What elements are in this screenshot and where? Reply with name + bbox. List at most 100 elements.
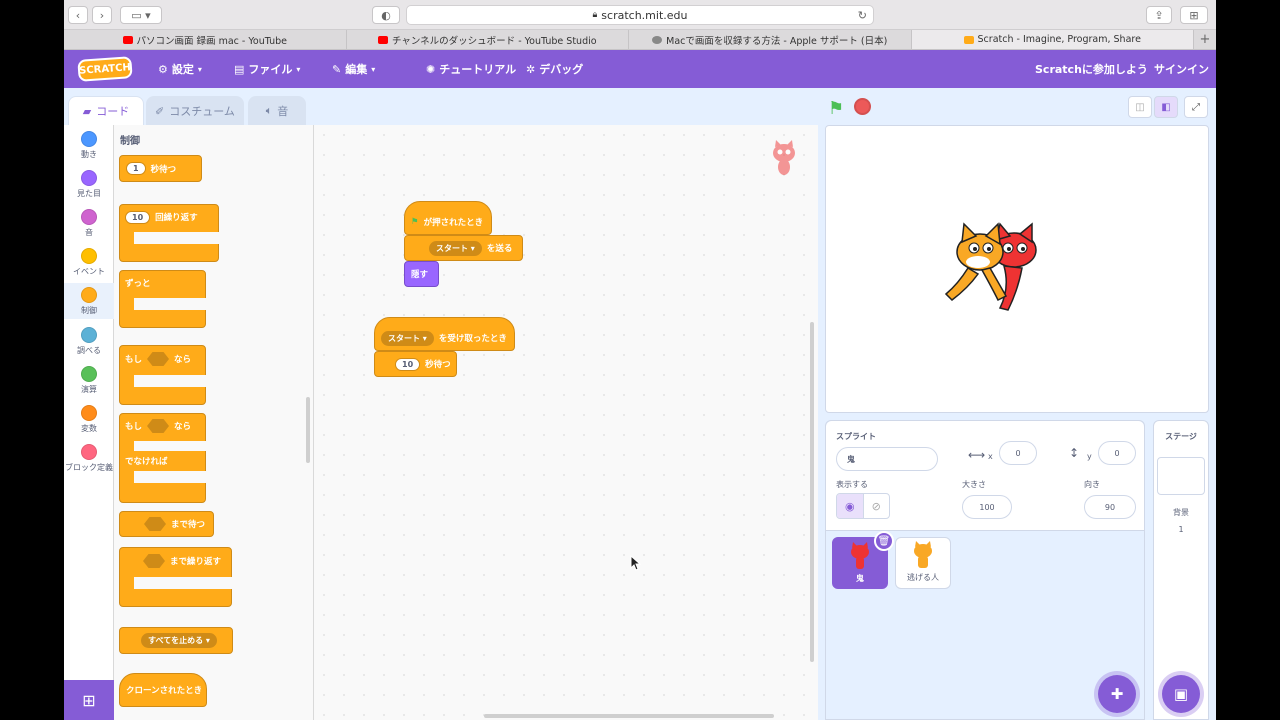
category-sensing[interactable]: 調べる <box>64 327 114 356</box>
stop-option-dropdown[interactable]: すべてを止める ▾ <box>141 633 217 648</box>
condition-slot[interactable] <box>143 554 165 568</box>
sprite-info: スプライト 鬼 ⟷ x 0 ↕ y 0 表示する ◉ ⊘ 大きさ 100 向き … <box>826 421 1144 531</box>
category-operators[interactable]: 演算 <box>64 366 114 395</box>
block-wait[interactable]: 1 秒待つ <box>119 155 202 182</box>
settings-menu[interactable]: ⚙ 設定 ▾ <box>158 50 202 88</box>
edit-menu[interactable]: ✎ 編集 ▾ <box>332 50 375 88</box>
debug-button[interactable]: ✲ デバッグ <box>526 50 583 88</box>
browser-tab[interactable]: Macで画面を収録する方法 - Apple サポート (日本) <box>629 30 912 49</box>
broadcast-message-dropdown[interactable]: スタート ▾ <box>429 240 482 256</box>
category-variables[interactable]: 変数 <box>64 405 114 434</box>
category-looks[interactable]: 見た目 <box>64 170 114 199</box>
add-backdrop-button[interactable]: ▣ <box>1162 675 1200 713</box>
wait-seconds-input[interactable]: 10 <box>395 357 421 371</box>
repeat-count-input[interactable]: 10 <box>125 210 151 224</box>
share-button[interactable]: ⇪ <box>1146 6 1172 24</box>
block-clone-start[interactable]: クローンされたとき <box>119 673 207 707</box>
browser-tab[interactable]: パソコン画面 録画 mac - YouTube <box>64 30 347 49</box>
condition-slot[interactable] <box>147 419 170 433</box>
back-button[interactable]: ‹ <box>68 6 88 24</box>
sprite-name-input[interactable]: 鬼 <box>836 447 938 471</box>
block-palette: 制御 1 秒待つ 10 回繰り返す ずっと もし なら もし なら でなければ <box>114 125 314 720</box>
scratch-logo[interactable]: SCRATCH <box>77 56 133 82</box>
vertical-arrows-icon: ↕ <box>1069 446 1080 460</box>
file-menu[interactable]: ▤ ファイル ▾ <box>234 50 300 88</box>
tab-overview-button[interactable]: ⊞ <box>1180 6 1208 24</box>
youtube-icon <box>377 35 388 44</box>
address-bar[interactable]: 🔒︎ scratch.mit.edu ↻ <box>406 5 874 25</box>
scratch-icon <box>963 35 974 44</box>
tab-sound[interactable]: 🔈︎ 音 <box>248 96 306 125</box>
size-input[interactable]: 100 <box>962 495 1012 519</box>
block-when-flag-clicked[interactable]: ⚑ が押されたとき <box>404 201 492 235</box>
category-sound[interactable]: 音 <box>64 209 114 238</box>
block-label: まで繰り返す <box>170 557 222 567</box>
visibility-toggle: ◉ ⊘ <box>836 493 890 519</box>
speaker-icon: 🔈︎ <box>265 104 273 117</box>
tab-code[interactable]: ▰ コード <box>68 96 144 125</box>
join-link[interactable]: Scratchに参加しよう <box>1035 50 1148 88</box>
size-label: 大きさ <box>962 480 986 489</box>
script-horizontal-scrollbar[interactable] <box>484 714 774 718</box>
receive-message-dropdown[interactable]: スタート ▾ <box>381 330 434 346</box>
tab-costume[interactable]: ✐ コスチューム <box>146 96 244 125</box>
sidebar-toggle-button[interactable]: ▭ ▾ <box>120 6 162 24</box>
delete-sprite-button[interactable]: 🗑︎ <box>874 531 894 551</box>
condition-slot[interactable] <box>147 352 170 366</box>
block-wait-until[interactable]: まで待つ <box>119 511 214 537</box>
category-motion[interactable]: 動き <box>64 131 114 160</box>
browser-tab[interactable]: チャンネルのダッシュボード - YouTube Studio <box>347 30 629 49</box>
bug-icon: ✲ <box>526 62 536 76</box>
file-label: ファイル <box>248 63 293 76</box>
fullscreen-button[interactable]: ⤢ <box>1184 96 1208 118</box>
c-block-gap <box>134 471 207 483</box>
hide-button[interactable]: ⊘ <box>862 494 890 518</box>
reload-icon[interactable]: ↻ <box>858 9 867 22</box>
browser-toolbar: ‹ › ▭ ▾ ◐ 🔒︎ scratch.mit.edu ↻ ⇪ ⊞ <box>64 0 1216 30</box>
block-when-receive[interactable]: スタート ▾ を受け取ったとき <box>374 317 515 351</box>
block-label: もし <box>125 422 143 432</box>
category-label: ブロック定義 <box>65 463 113 472</box>
palette-scrollbar[interactable] <box>306 397 310 463</box>
script-area[interactable]: ⚑ が押されたとき スタート ▾ を送る 隠す スタート ▾ を受け取ったとき … <box>314 125 1050 720</box>
browser-tab-active[interactable]: Scratch - Imagine, Program, Share <box>911 30 1194 49</box>
stop-button[interactable] <box>854 98 871 115</box>
signin-link[interactable]: サインイン <box>1154 50 1209 88</box>
tutorial-button[interactable]: ✺ チュートリアル <box>426 50 516 88</box>
block-label: 秒待つ <box>425 360 451 370</box>
normal-stage-button[interactable]: ◧ <box>1154 96 1178 118</box>
green-flag-button[interactable]: ⚑ <box>828 98 844 119</box>
category-my-blocks[interactable]: ブロック定義 <box>64 444 114 473</box>
direction-input[interactable]: 90 <box>1084 495 1136 519</box>
sprite-thumbnail[interactable]: 逃げる人 <box>895 537 951 589</box>
stage-selector[interactable]: ステージ 背景 1 ▣ <box>1153 420 1209 720</box>
block-stop[interactable]: すべてを止める ▾ <box>119 627 233 654</box>
add-extension-button[interactable]: ⊞ <box>64 680 114 720</box>
tab-costume-label: コスチューム <box>169 105 235 118</box>
script-vertical-scrollbar[interactable] <box>810 322 814 662</box>
stage-canvas[interactable] <box>825 125 1209 413</box>
x-input[interactable]: 0 <box>999 441 1037 465</box>
privacy-shield-icon[interactable]: ◐ <box>372 6 400 24</box>
add-sprite-button[interactable]: ✚ <box>1098 675 1136 713</box>
show-button[interactable]: ◉ <box>837 494 863 518</box>
block-label: クローンされたとき <box>126 686 203 696</box>
forward-button[interactable]: › <box>92 6 112 24</box>
y-input[interactable]: 0 <box>1098 441 1136 465</box>
block-broadcast[interactable]: スタート ▾ を送る <box>404 235 523 261</box>
category-label: 動き <box>81 150 97 159</box>
category-events[interactable]: イベント <box>64 248 114 277</box>
condition-slot[interactable] <box>144 517 166 531</box>
category-label: イベント <box>73 267 105 276</box>
category-control[interactable]: 制御 <box>64 283 114 319</box>
new-tab-button[interactable]: + <box>1194 30 1216 49</box>
chevron-down-icon: ▾ <box>371 64 376 74</box>
stage-panel-title: ステージ <box>1165 432 1197 441</box>
wait-seconds-input[interactable]: 1 <box>126 162 146 175</box>
block-wait[interactable]: 10 秒待つ <box>374 351 457 377</box>
category-label: 調べる <box>77 346 101 355</box>
block-hide[interactable]: 隠す <box>404 261 439 287</box>
stage-thumbnail[interactable] <box>1157 457 1205 495</box>
green-flag-icon: ⚑ <box>411 217 419 227</box>
small-stage-button[interactable]: ◫ <box>1128 96 1152 118</box>
